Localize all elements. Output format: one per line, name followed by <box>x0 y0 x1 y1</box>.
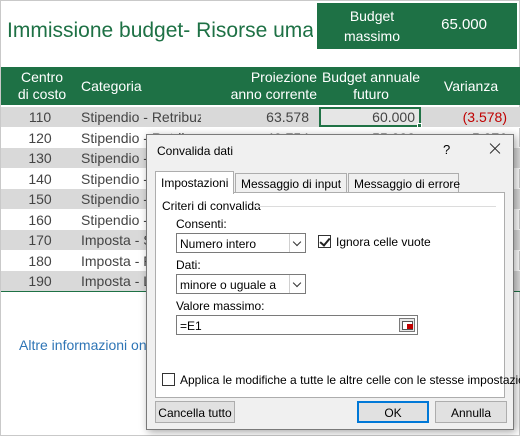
cell-cost-center[interactable]: 190 <box>23 273 57 289</box>
range-select-icon[interactable] <box>399 318 415 332</box>
max-budget-value: 65.000 <box>441 16 487 33</box>
dialog-tabs: Impostazioni Messaggio di input Messaggi… <box>155 171 505 194</box>
tab-settings-label: Impostazioni <box>161 176 229 190</box>
cell-cost-center[interactable]: 140 <box>23 171 57 187</box>
allow-select[interactable]: Numero intero <box>176 233 306 253</box>
data-label: Dati: <box>176 258 201 272</box>
data-validation-dialog: Convalida dati ? Impostazioni Messaggio … <box>146 134 520 430</box>
tab-error-message[interactable]: Messaggio di errore <box>348 173 461 193</box>
close-icon[interactable] <box>483 138 507 160</box>
cell-cost-center[interactable]: 150 <box>23 191 57 207</box>
cell-category[interactable]: Stipendio - Retribuzioni <box>81 109 201 125</box>
more-info-link[interactable]: Altre informazioni online <box>19 337 147 353</box>
table-header: Centro di costo Categoria Proiezione ann… <box>1 67 520 105</box>
allow-select-value: Numero intero <box>180 237 257 251</box>
sheet-title: Immissione budget- Risorse umane <box>7 19 313 42</box>
tab-error-message-label: Messaggio di errore <box>354 177 461 191</box>
header-budget[interactable]: Budget annuale futuro <box>319 69 423 103</box>
header-projection[interactable]: Proiezione anno corrente <box>217 69 317 103</box>
tab-settings[interactable]: Impostazioni <box>155 171 234 194</box>
ignore-blank-label[interactable]: Ignora celle vuote <box>336 235 431 249</box>
tab-input-message[interactable]: Messaggio di input <box>235 173 347 193</box>
cell-cost-center[interactable]: 110 <box>23 109 57 125</box>
group-divider <box>254 206 496 207</box>
max-value-text: =E1 <box>180 319 202 333</box>
header-cost-center[interactable]: Centro di costo <box>5 69 79 103</box>
ok-button[interactable]: OK <box>357 401 429 423</box>
header-variance[interactable]: Varianza <box>431 78 511 95</box>
clear-all-button[interactable]: Cancella tutto <box>155 401 235 423</box>
header-category[interactable]: Categoria <box>81 78 142 95</box>
ignore-blank-checkbox[interactable] <box>318 235 331 248</box>
cell-cost-center[interactable]: 120 <box>23 130 57 146</box>
tab-input-message-label: Messaggio di input <box>241 177 342 191</box>
table-row: 110 Stipendio - Retribuzioni 63.578 60.0… <box>1 107 520 128</box>
dialog-title: Convalida dati <box>157 144 234 158</box>
max-budget-box[interactable]: Budget massimo 65.000 <box>317 3 517 49</box>
settings-panel: Criteri di convalida Consenti: Numero in… <box>155 192 520 398</box>
cell-budget[interactable]: 60.000 <box>372 109 415 125</box>
allow-label: Consenti: <box>176 217 227 231</box>
validation-criteria-label: Criteri di convalida <box>162 199 261 213</box>
cell-variance[interactable]: (3.578) <box>463 109 507 125</box>
chevron-down-icon[interactable] <box>289 275 305 293</box>
cancel-button[interactable]: Annulla <box>435 401 507 423</box>
apply-all-label[interactable]: Applica le modifiche a tutte le altre ce… <box>180 373 520 387</box>
cell-cost-center[interactable]: 160 <box>23 212 57 228</box>
cell-cost-center[interactable]: 130 <box>23 150 57 166</box>
data-operator-select[interactable]: minore o uguale a <box>176 274 306 294</box>
apply-all-checkbox[interactable] <box>162 373 175 386</box>
cell-projection[interactable]: 63.578 <box>266 109 309 125</box>
chevron-down-icon[interactable] <box>289 234 305 252</box>
cell-cost-center[interactable]: 180 <box>23 253 57 269</box>
max-value-input[interactable]: =E1 <box>176 315 418 335</box>
max-budget-label: Budget massimo <box>343 8 400 44</box>
cell-cost-center[interactable]: 170 <box>23 232 57 248</box>
help-button[interactable]: ? <box>443 142 450 157</box>
max-value-label: Valore massimo: <box>176 299 265 313</box>
data-operator-value: minore o uguale a <box>180 278 277 292</box>
